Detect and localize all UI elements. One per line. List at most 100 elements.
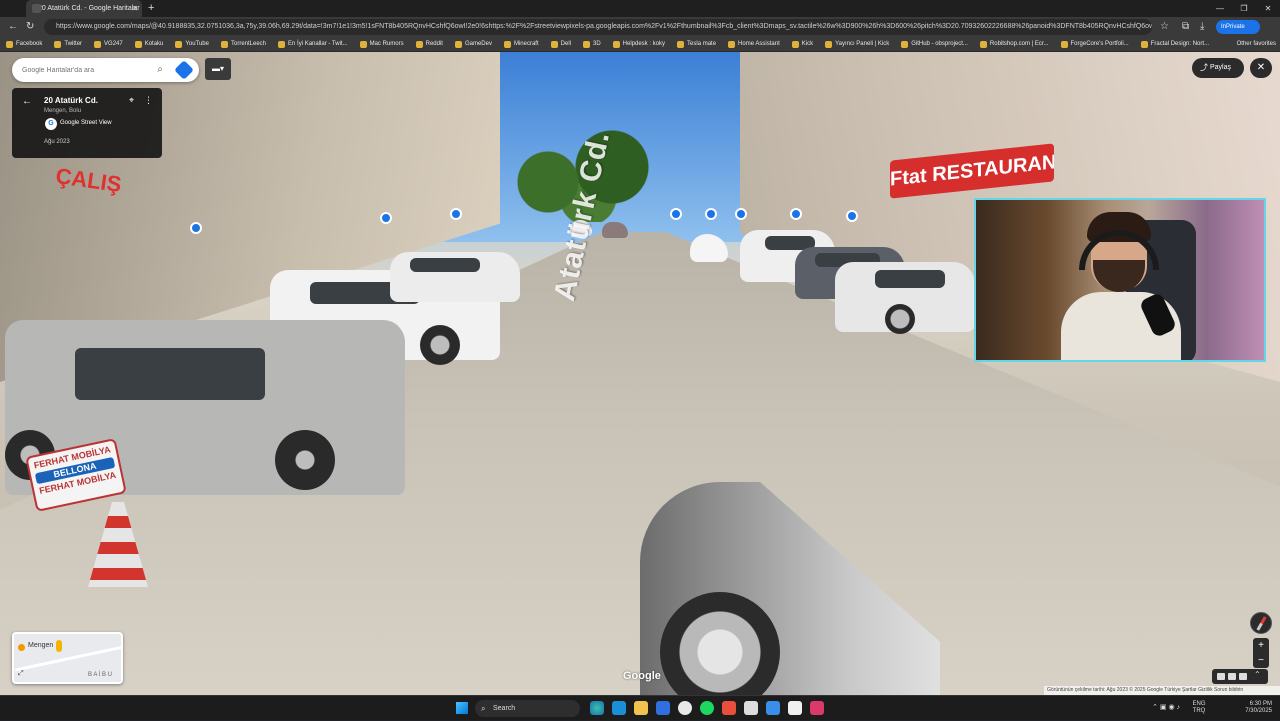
bookmark-item[interactable]: GitHub - obsproject... bbox=[901, 40, 968, 48]
spotify-icon[interactable] bbox=[700, 701, 714, 715]
url-field[interactable]: https://www.google.com/maps/@40.9188835,… bbox=[44, 19, 1152, 35]
taskbar-clock[interactable]: 6:30 PM 7/30/2025 bbox=[1232, 701, 1272, 715]
steam-icon[interactable] bbox=[612, 701, 626, 715]
bookmark-item[interactable]: Kotaku bbox=[134, 40, 163, 48]
bookmark-item[interactable]: Kick bbox=[791, 40, 813, 48]
back-arrow-icon[interactable]: ← bbox=[22, 96, 32, 107]
bookmark-icon bbox=[54, 40, 62, 48]
bookmark-item[interactable]: YouTube bbox=[175, 40, 209, 48]
bookmark-icon bbox=[175, 40, 183, 48]
bookmark-icon bbox=[220, 40, 228, 48]
inprivate-badge[interactable]: InPrivate bbox=[1216, 20, 1260, 34]
bookmark-item[interactable]: Fractal Design: Nort... bbox=[1140, 40, 1209, 48]
bookmark-item[interactable]: Tesla mate bbox=[677, 40, 716, 48]
street-view-pin-icon[interactable] bbox=[790, 208, 802, 220]
google-watermark: Google bbox=[623, 670, 661, 682]
favorite-star-icon[interactable]: ☆ bbox=[1160, 17, 1169, 37]
street-view-pin-icon[interactable] bbox=[450, 208, 462, 220]
back-icon[interactable]: ← bbox=[8, 17, 18, 37]
windows-start-icon[interactable] bbox=[456, 702, 468, 714]
window-controls: — ❐ ✕ bbox=[1208, 0, 1280, 17]
street-view-panorama[interactable]: ÇALIŞ Ftat RESTAURANT Atatürk Cd. FERHAT… bbox=[0, 52, 1280, 695]
bookmark-item[interactable]: Minecraft bbox=[503, 40, 539, 48]
minimap-road-label: B A İ B U bbox=[88, 672, 113, 678]
bookmark-item[interactable]: En İyi Kanallar - Twit... bbox=[278, 40, 348, 48]
thumbnail-icon bbox=[1239, 673, 1247, 680]
file-explorer-icon[interactable] bbox=[634, 701, 648, 715]
street-view-pin-icon[interactable] bbox=[190, 222, 202, 234]
bookmark-item[interactable]: Twitter bbox=[54, 40, 82, 48]
street-view-pin-icon[interactable] bbox=[670, 208, 682, 220]
distant-car bbox=[602, 222, 628, 238]
street-view-pin-icon[interactable] bbox=[380, 212, 392, 224]
share-icon: ⤴ bbox=[1200, 63, 1208, 72]
taskbar-search[interactable]: ⌕ Search bbox=[475, 700, 580, 717]
minimize-icon[interactable]: — bbox=[1208, 0, 1232, 17]
directions-icon[interactable] bbox=[174, 60, 194, 80]
bookmark-item[interactable]: TorrentLeech bbox=[220, 40, 266, 48]
bookmark-icon bbox=[134, 40, 142, 48]
bookmark-item[interactable]: Yayıncı Paneli | Kick bbox=[825, 40, 889, 48]
bookmark-item[interactable]: 3D bbox=[583, 40, 601, 48]
bookmark-item[interactable]: Home Assistant bbox=[728, 40, 780, 48]
street-view-pin-icon[interactable] bbox=[846, 210, 858, 222]
obs-icon[interactable] bbox=[678, 701, 692, 715]
browser-tab[interactable]: 20 Atatürk Cd. - Google Haritalar ✕ bbox=[26, 0, 142, 17]
street-view-pin-icon[interactable] bbox=[705, 208, 717, 220]
pegman-icon[interactable] bbox=[56, 640, 62, 652]
bookmark-item[interactable]: VG247 bbox=[94, 40, 123, 48]
bookmark-item[interactable]: Mac Rumors bbox=[359, 40, 404, 48]
language-indicator[interactable]: ENG TRQ bbox=[1190, 701, 1208, 715]
thumbnail-icon bbox=[1217, 673, 1225, 680]
bookmark-item[interactable]: Reddit bbox=[415, 40, 443, 48]
zoom-in-button[interactable]: + bbox=[1253, 638, 1269, 653]
bookmark-icon bbox=[979, 40, 987, 48]
refresh-icon[interactable]: ↻ bbox=[26, 17, 34, 37]
close-street-view-button[interactable]: ✕ bbox=[1250, 58, 1272, 78]
bookmark-item[interactable]: Helpdesk : koky bbox=[612, 40, 665, 48]
app-icon[interactable] bbox=[656, 701, 670, 715]
app-icon[interactable] bbox=[744, 701, 758, 715]
app-icon[interactable] bbox=[810, 701, 824, 715]
extensions-icon[interactable]: ⧉ bbox=[1182, 17, 1189, 37]
downloads-icon[interactable]: ⤓ bbox=[1200, 17, 1204, 37]
tab-title: 20 Atatürk Cd. - Google Haritalar bbox=[38, 5, 140, 12]
app-icon[interactable] bbox=[766, 701, 780, 715]
tab-favicon-icon bbox=[32, 4, 41, 13]
chevron-up-icon: ⌃ bbox=[1254, 670, 1261, 679]
maps-search-input[interactable] bbox=[22, 63, 150, 77]
bookmark-icon bbox=[6, 40, 13, 48]
layers-button[interactable]: ▬▾ bbox=[205, 58, 231, 80]
app-icon[interactable] bbox=[788, 701, 802, 715]
webcam-overlay bbox=[974, 198, 1266, 362]
tray-icons[interactable]: ⌃ ▣ ◉ ♪ bbox=[1152, 703, 1180, 711]
edge-icon[interactable] bbox=[590, 701, 604, 715]
address-bar-row: ← ↻ https://www.google.com/maps/@40.9188… bbox=[0, 17, 1280, 37]
capture-date[interactable]: Ağu 2023 bbox=[44, 139, 70, 145]
mini-map[interactable]: Mengen B A İ B U ⤢ bbox=[12, 632, 123, 684]
location-pin-icon[interactable]: ⌖ bbox=[129, 95, 134, 106]
compass-icon[interactable] bbox=[1250, 612, 1272, 634]
streamer bbox=[1061, 208, 1181, 360]
bookmark-item[interactable]: Dell bbox=[550, 40, 571, 48]
expand-map-icon[interactable]: ⤢ bbox=[18, 670, 24, 678]
photo-thumbnails-toggle[interactable]: ⌃ bbox=[1212, 669, 1268, 684]
bookmark-item[interactable]: Facebook bbox=[6, 40, 42, 48]
maximize-icon[interactable]: ❐ bbox=[1232, 0, 1256, 17]
share-button[interactable]: ⤴ Paylaş bbox=[1192, 58, 1244, 78]
other-favorites[interactable]: Other favorites bbox=[1237, 37, 1276, 52]
new-tab-icon[interactable]: + bbox=[148, 0, 154, 17]
app-icon[interactable] bbox=[722, 701, 736, 715]
bookmark-item[interactable]: GameDev bbox=[454, 40, 492, 48]
bookmark-icon bbox=[550, 40, 558, 48]
search-icon[interactable]: ⌕ bbox=[153, 62, 167, 78]
tab-close-icon[interactable]: ✕ bbox=[131, 0, 138, 17]
bookmark-icon bbox=[278, 40, 286, 48]
more-options-icon[interactable]: ⋮ bbox=[144, 95, 153, 106]
street-view-pin-icon[interactable] bbox=[735, 208, 747, 220]
bookmark-item[interactable]: ForgeCore's Portfoli... bbox=[1060, 40, 1129, 48]
window-close-icon[interactable]: ✕ bbox=[1256, 0, 1280, 17]
search-icon: ⌕ bbox=[481, 704, 486, 713]
bookmark-item[interactable]: Robitshop.com | Ecr... bbox=[979, 40, 1049, 48]
zoom-out-button[interactable]: − bbox=[1253, 653, 1269, 668]
